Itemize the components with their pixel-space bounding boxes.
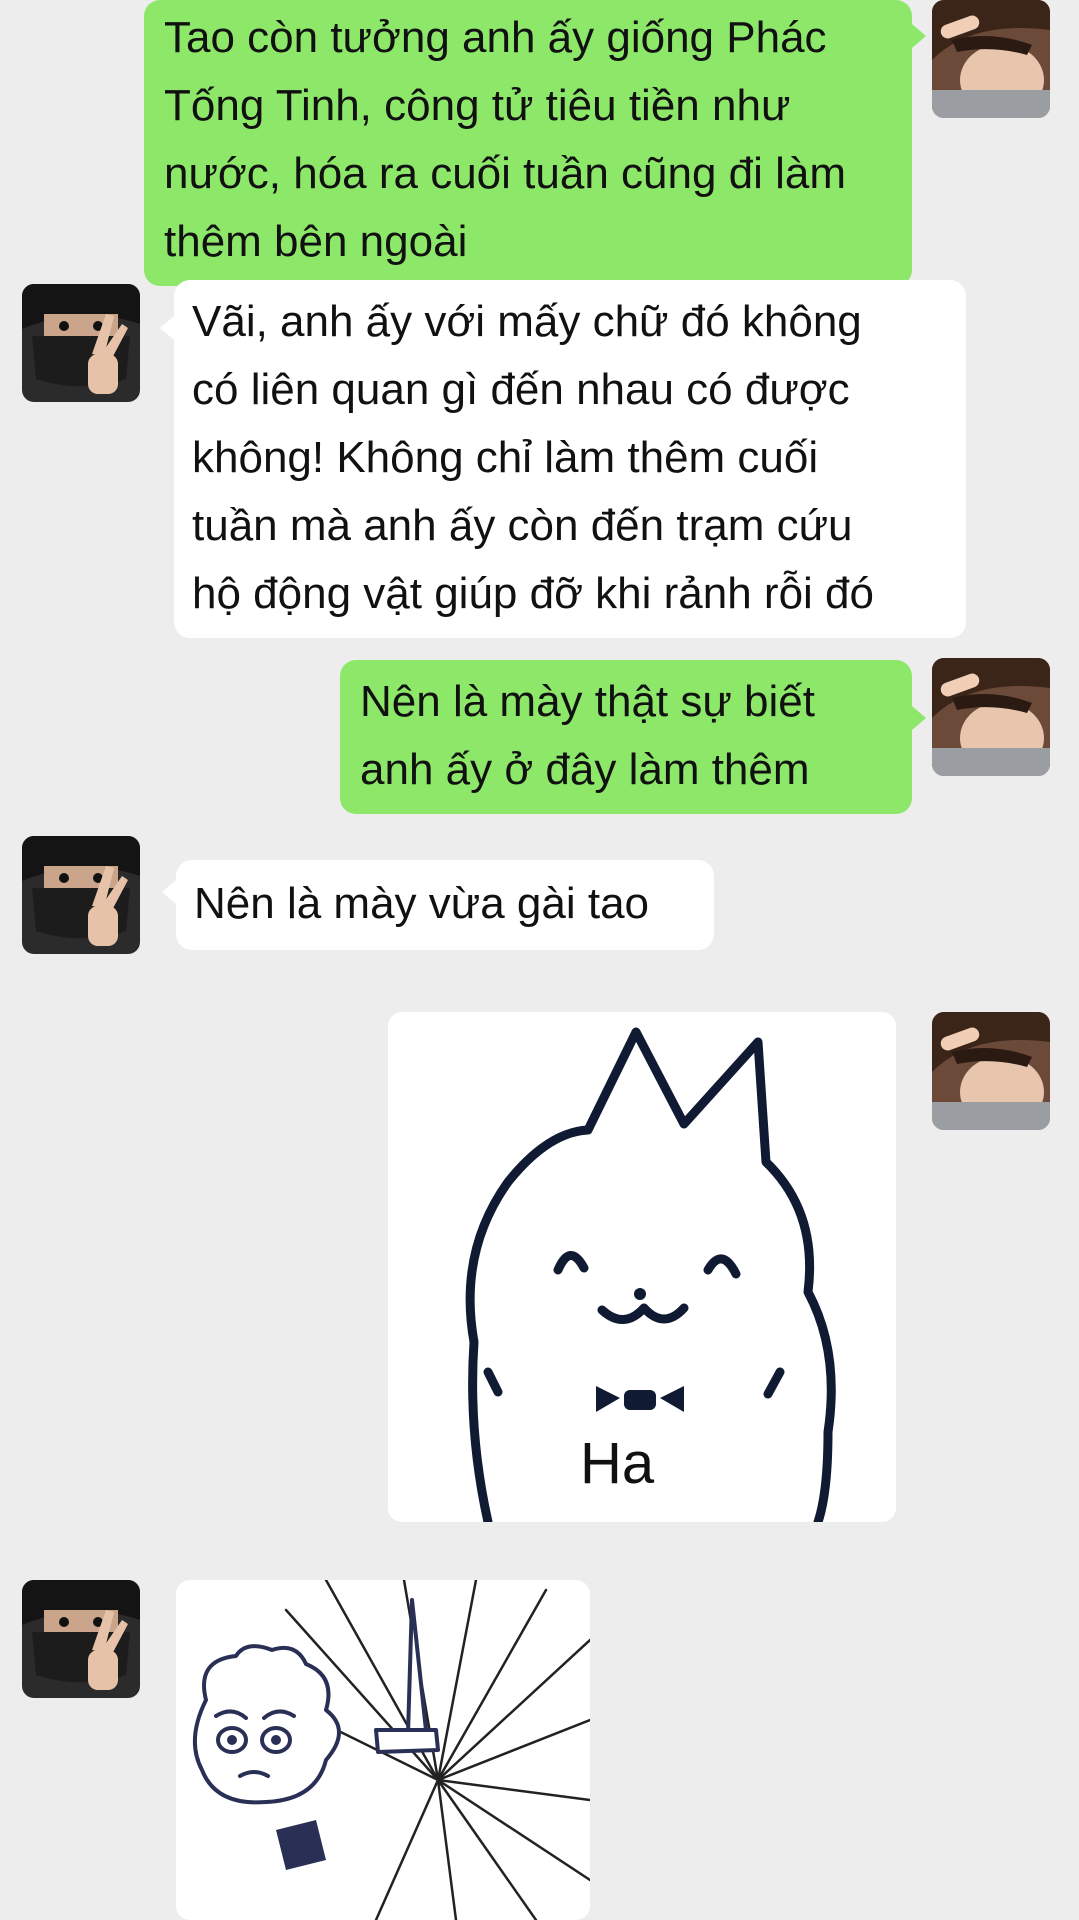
sticker-caption: Ha	[580, 1431, 655, 1496]
message-line: Vãi, anh ấy với mấy chữ đó không	[192, 297, 862, 346]
message-bubble-me[interactable]: Tao còn tưởng anh ấy giống Phác Tống Tin…	[144, 0, 912, 286]
message-bubble-me[interactable]: Nên là mày thật sự biết anh ấy ở đây làm…	[340, 660, 912, 814]
my-avatar[interactable]	[932, 0, 1050, 118]
message-line: Tống Tinh, công tử tiêu tiền như	[164, 81, 791, 130]
friend-avatar[interactable]	[22, 1580, 140, 1698]
message-bubble-friend[interactable]: Nên là mày vừa gài tao	[176, 860, 714, 950]
bubble-tail	[160, 316, 174, 340]
my-avatar[interactable]	[932, 658, 1050, 776]
friend-avatar[interactable]	[22, 836, 140, 954]
message-line: anh ấy ở đây làm thêm	[360, 745, 810, 794]
message-line: Nên là mày thật sự biết	[360, 677, 815, 726]
my-avatar[interactable]	[932, 1012, 1050, 1130]
message-line: không! Không chỉ làm thêm cuối	[192, 433, 819, 482]
message-line: nước, hóa ra cuối tuần cũng đi làm	[164, 149, 847, 198]
cat-laughing-sticker[interactable]: Ha	[388, 1012, 896, 1522]
message-line: hộ động vật giúp đỡ khi rảnh rỗi đó	[192, 569, 874, 618]
friend-avatar[interactable]	[22, 284, 140, 402]
message-line: thêm bên ngoài	[164, 217, 468, 266]
message-line: có liên quan gì đến nhau có được	[192, 365, 850, 414]
crying-knife-sticker[interactable]	[176, 1580, 590, 1920]
bubble-tail	[912, 706, 926, 730]
message-line: Tao còn tưởng anh ấy giống Phác	[164, 13, 827, 62]
message-line: tuần mà anh ấy còn đến trạm cứu	[192, 501, 853, 550]
bubble-tail	[162, 880, 176, 904]
bubble-tail	[912, 24, 926, 48]
message-bubble-friend[interactable]: Vãi, anh ấy với mấy chữ đó không có liên…	[174, 280, 966, 638]
message-line: Nên là mày vừa gài tao	[194, 879, 650, 928]
